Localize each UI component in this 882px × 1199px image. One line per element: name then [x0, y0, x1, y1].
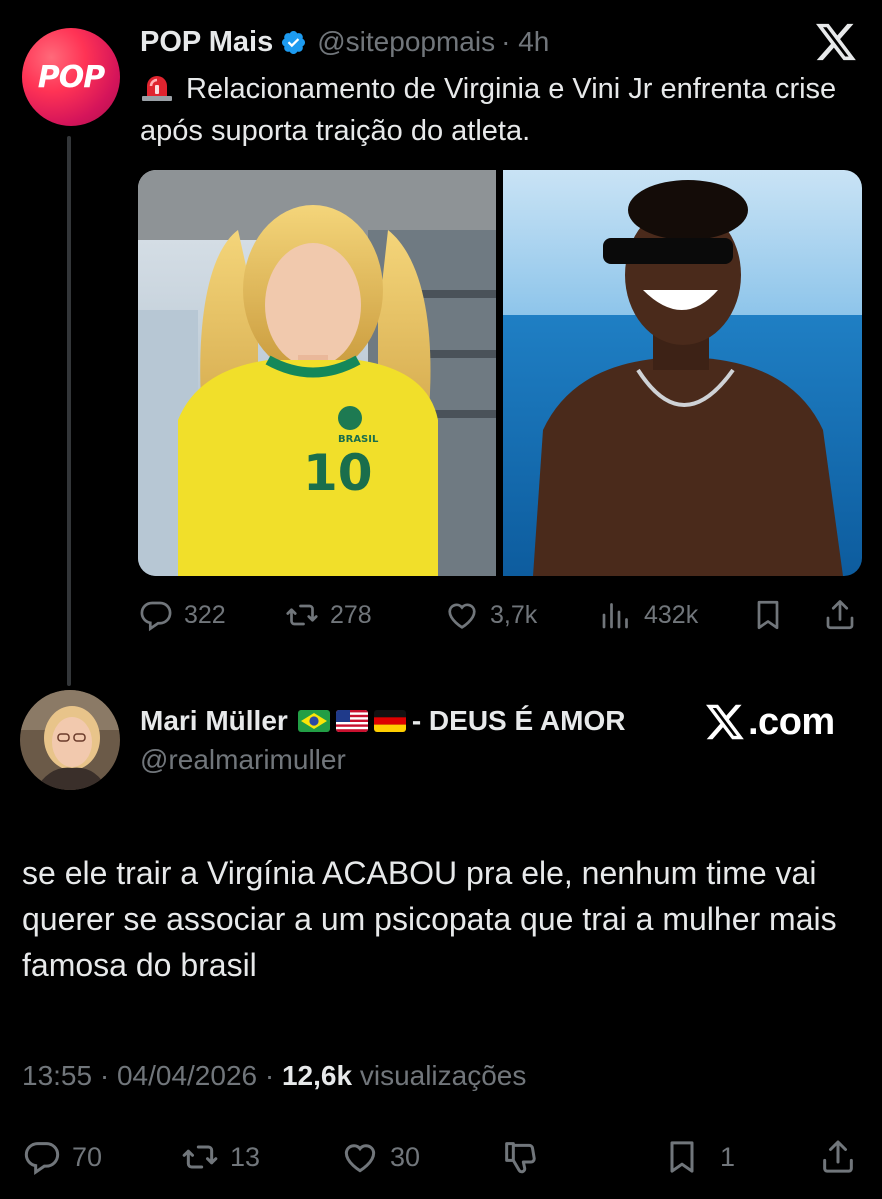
reply-button[interactable]: 70 [22, 1135, 102, 1179]
heart-icon [448, 603, 476, 629]
repost-icon [182, 1145, 218, 1169]
reply-tweet-text: se ele trair a Virgínia ACABOU pra ele, … [22, 855, 837, 983]
thread-line [67, 136, 71, 686]
x-logo-icon [706, 704, 744, 740]
repost-count: 13 [230, 1141, 261, 1172]
reply-author-handle[interactable]: @realmarimuller [140, 744, 346, 776]
repost-icon [286, 604, 318, 626]
parent-tweet-text: Relacionamento de Virginia e Vini Jr enf… [140, 68, 870, 152]
reply-author-tagline: - DEUS É AMOR [411, 705, 626, 736]
reply-button[interactable]: 322 [138, 593, 226, 637]
share-button[interactable] [822, 593, 858, 637]
verified-badge-icon [282, 30, 306, 54]
repost-button[interactable]: 13 [180, 1135, 260, 1179]
share-icon [826, 600, 854, 630]
parent-tweet-time[interactable]: · 4h [501, 26, 549, 58]
germany-flag-icon [373, 710, 406, 732]
like-count: 30 [390, 1141, 421, 1172]
reply-view-count: 12,6k [281, 1060, 353, 1091]
downvote-button[interactable] [500, 1135, 540, 1179]
bookmark-button[interactable] [750, 593, 786, 637]
repost-count: 278 [330, 600, 372, 629]
tweet-media-grid[interactable]: 10 BRASIL [138, 170, 862, 576]
like-button[interactable]: 3,7k [444, 593, 537, 637]
analytics-icon [602, 603, 628, 629]
reply-tweet-meta: 13:55 · 04/04/2026 · 12,6k visualizações [22, 1060, 526, 1092]
media-photo-virginia[interactable]: 10 BRASIL [138, 170, 496, 576]
usa-flag-icon [335, 710, 368, 732]
reply-tweet-actions: 70 13 30 1 [0, 1135, 882, 1179]
parent-tweet-body: Relacionamento de Virginia e Vini Jr enf… [140, 73, 837, 147]
media-photo-vini-jr[interactable] [503, 170, 862, 576]
bookmark-icon [670, 1141, 694, 1173]
bookmark-button[interactable]: 1 [662, 1135, 735, 1179]
share-icon [823, 1140, 853, 1173]
pop-logo-text: POP [37, 59, 105, 95]
jersey-number: 10 [303, 444, 373, 502]
reply-count: 322 [184, 600, 226, 629]
reply-author-row: Mari Müller - DEUS É AMOR [140, 700, 625, 742]
heart-icon [344, 1144, 376, 1173]
reply-count: 70 [72, 1141, 103, 1172]
repost-button[interactable]: 278 [284, 593, 372, 637]
reply-views-label: visualizações [352, 1060, 527, 1091]
reply-author-name[interactable]: Mari Müller [140, 705, 288, 737]
thumbs-down-icon [505, 1142, 536, 1174]
reply-icon [140, 601, 172, 632]
x-com-text: .com [748, 700, 835, 743]
mari-muller-avatar[interactable] [20, 690, 120, 790]
police-siren-icon [142, 76, 172, 101]
parent-tweet-header: POP Mais @sitepopmais · 4h [140, 24, 549, 60]
like-button[interactable]: 30 [340, 1135, 420, 1179]
share-button[interactable] [818, 1135, 858, 1179]
parent-author-name[interactable]: POP Mais [140, 26, 273, 59]
bookmark-icon [757, 600, 779, 630]
parent-tweet-actions: 322 278 3,7k 432k [138, 593, 862, 637]
bookmark-count: 1 [720, 1141, 736, 1172]
reply-icon [24, 1142, 60, 1176]
brazil-flag-icon [297, 710, 330, 732]
jersey-text: BRASIL [338, 434, 379, 445]
pop-mais-avatar[interactable]: POP [22, 28, 120, 126]
x-com-watermark: .com [704, 700, 835, 744]
views-count: 432k [644, 600, 699, 629]
x-logo-icon [816, 23, 856, 61]
parent-author-handle[interactable]: @sitepopmais [317, 26, 495, 58]
views-button[interactable]: 432k [598, 593, 698, 637]
like-count: 3,7k [490, 600, 538, 629]
reply-timestamp[interactable]: 13:55 · 04/04/2026 · [22, 1060, 282, 1091]
